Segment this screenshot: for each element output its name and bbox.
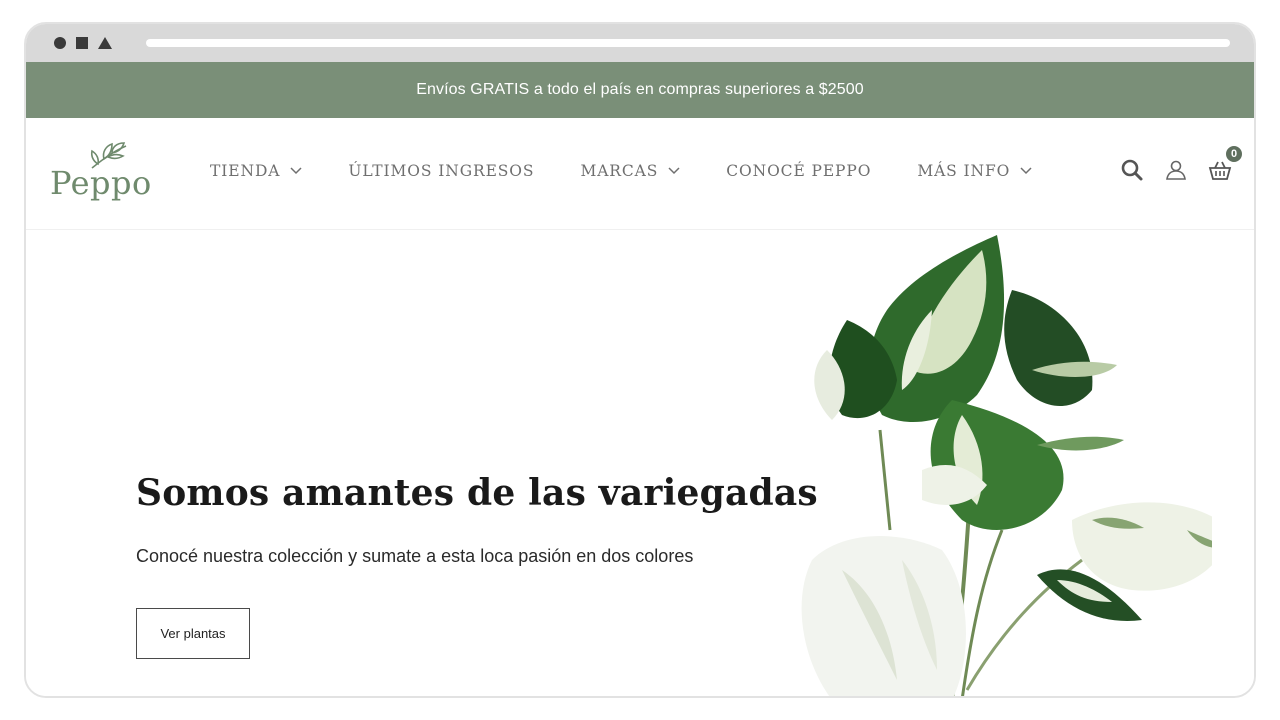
search-icon[interactable] <box>1120 158 1144 182</box>
hero-section: Somos amantes de las variegadas Conocé n… <box>26 230 1254 696</box>
chevron-down-icon <box>1020 167 1032 175</box>
promo-banner: Envíos GRATIS a todo el país en compras … <box>26 62 1254 118</box>
nav-item-marcas[interactable]: MARCAS <box>580 162 680 180</box>
user-icon[interactable] <box>1164 158 1188 182</box>
square-control-icon[interactable] <box>76 37 88 49</box>
circle-control-icon[interactable] <box>54 37 66 49</box>
nav-item-ultimos-ingresos[interactable]: ÚLTIMOS INGRESOS <box>348 162 534 180</box>
cart-count-badge: 0 <box>1224 144 1244 164</box>
triangle-control-icon[interactable] <box>98 37 112 49</box>
nav-item-tienda[interactable]: TIENDA <box>210 162 302 180</box>
hero-title: Somos amantes de las variegadas <box>136 472 818 514</box>
nav-label: TIENDA <box>210 162 281 180</box>
nav-label: CONOCÉ PEPPO <box>726 162 872 180</box>
header-actions: 0 <box>1120 144 1244 182</box>
cart-button[interactable]: 0 <box>1208 144 1244 182</box>
nav-label: MÁS INFO <box>917 162 1011 180</box>
browser-window: Envíos GRATIS a todo el país en compras … <box>24 22 1256 698</box>
hero-subtitle: Conocé nuestra colección y sumate a esta… <box>136 546 694 566</box>
nav-label: ÚLTIMOS INGRESOS <box>348 162 535 180</box>
variegated-plant-image <box>801 235 1212 696</box>
window-controls <box>54 37 112 49</box>
address-bar[interactable] <box>146 39 1230 47</box>
site-header: Peppo TIENDA ÚLTIMOS INGRESOS MARCAS CON… <box>26 118 1254 230</box>
browser-chrome <box>26 24 1254 62</box>
main-nav: TIENDA ÚLTIMOS INGRESOS MARCAS CONOCÉ PE… <box>210 162 1078 180</box>
site-logo[interactable]: Peppo <box>50 140 160 208</box>
nav-item-conoce-peppo[interactable]: CONOCÉ PEPPO <box>726 162 871 180</box>
promo-text: Envíos GRATIS a todo el país en compras … <box>416 81 864 98</box>
nav-item-mas-info[interactable]: MÁS INFO <box>917 162 1032 180</box>
chevron-down-icon <box>668 167 680 175</box>
logo-wordmark: Peppo <box>50 164 152 202</box>
nav-label: MARCAS <box>580 162 659 180</box>
ver-plantas-button[interactable]: Ver plantas <box>136 608 250 659</box>
chevron-down-icon <box>290 167 302 175</box>
